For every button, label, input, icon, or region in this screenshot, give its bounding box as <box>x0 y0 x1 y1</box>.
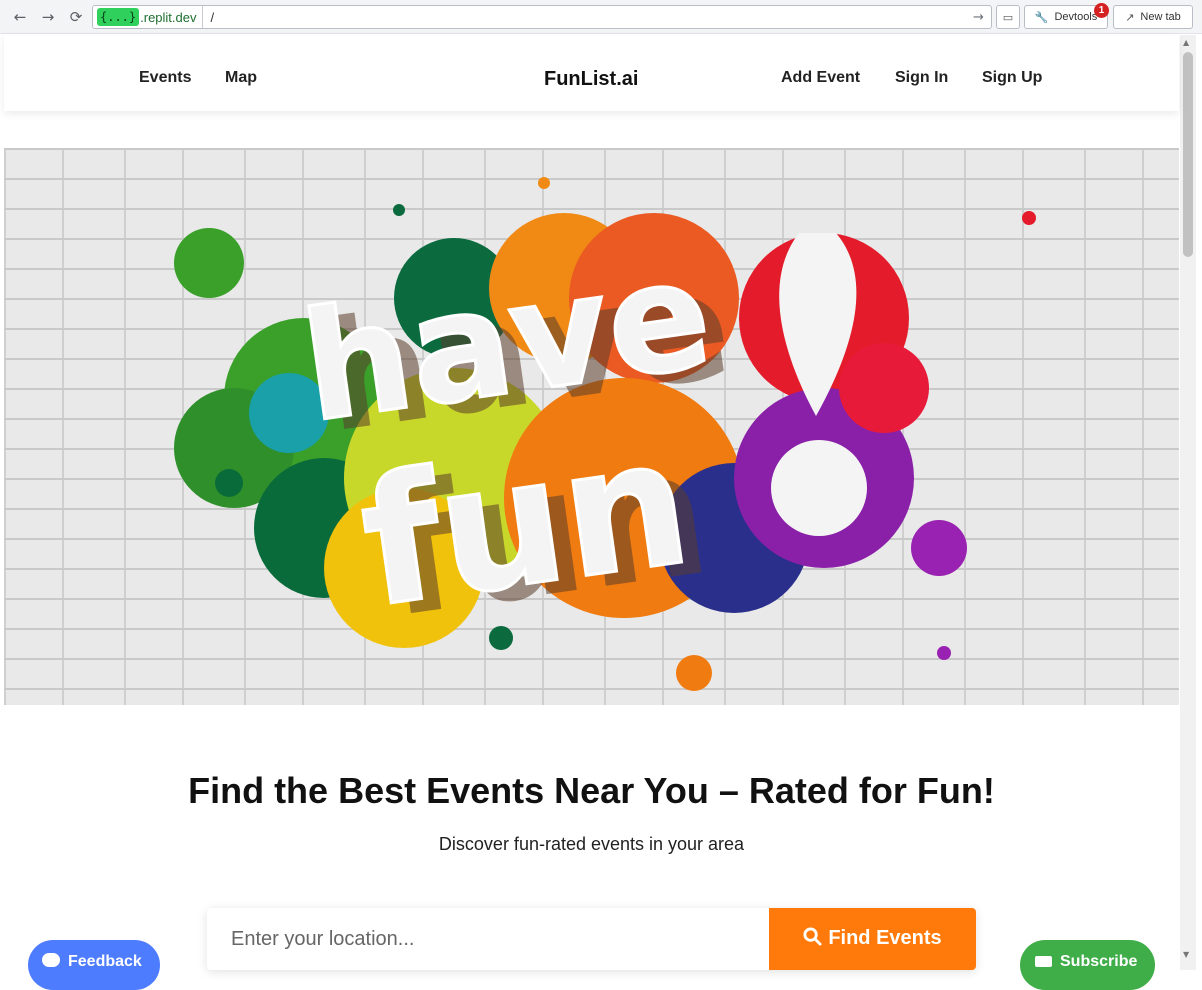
url-domain: .replit.dev <box>140 9 197 25</box>
scroll-down-arrow-icon[interactable]: ▼ <box>1183 950 1189 959</box>
feedback-label: Feedback <box>68 953 142 970</box>
reload-icon[interactable]: ⟳ <box>66 7 86 27</box>
nav-sign-up-link[interactable]: Sign Up <box>982 69 1042 87</box>
find-events-button[interactable]: Find Events <box>769 908 976 970</box>
new-tab-button[interactable]: ↗ New tab <box>1113 5 1193 29</box>
paint-splash-illustration: have have fun fun <box>174 177 1036 691</box>
nav-sign-in-link[interactable]: Sign In <box>895 69 948 87</box>
chat-bubble-icon <box>42 953 60 967</box>
location-search-form: Find Events <box>207 908 976 970</box>
site-header: Events Map FunList.ai Add Event Sign In … <box>4 35 1179 111</box>
feedback-button[interactable]: Feedback <box>28 940 160 990</box>
subscribe-label: Subscribe <box>1060 953 1138 970</box>
url-repl-chip: {...} <box>97 8 140 26</box>
page-title: Find the Best Events Near You – Rated fo… <box>188 770 995 811</box>
wrench-icon: 🔧 <box>1034 10 1049 24</box>
find-events-label: Find Events <box>828 927 942 949</box>
exclamation-dot-shape <box>771 440 867 536</box>
url-bar[interactable]: {...} .replit.dev / → <box>92 5 992 29</box>
back-arrow-icon[interactable]: ← <box>10 7 30 27</box>
nav-add-event-link[interactable]: Add Event <box>781 69 860 87</box>
monitor-icon: ▭ <box>1002 10 1014 24</box>
scroll-up-arrow-icon[interactable]: ▲ <box>1183 38 1189 47</box>
search-icon <box>803 927 822 952</box>
device-preview-button[interactable]: ▭ <box>996 5 1020 29</box>
brand-logo-link[interactable]: FunList.ai <box>544 68 638 91</box>
url-path-field[interactable]: / <box>211 10 974 25</box>
new-tab-label: New tab <box>1140 11 1181 23</box>
url-divider <box>201 6 203 28</box>
webview-toolbar: ← → ⟳ {...} .replit.dev / → ▭ 🔧 Devtools… <box>0 0 1202 34</box>
subscribe-button[interactable]: Subscribe <box>1020 940 1155 990</box>
devtools-badge: 1 <box>1094 3 1109 18</box>
page-subtitle: Discover fun-rated events in your area <box>438 834 745 854</box>
external-link-icon: ↗ <box>1125 10 1135 24</box>
go-arrow-icon[interactable]: → <box>973 10 991 25</box>
forward-arrow-icon[interactable]: → <box>38 7 58 27</box>
devtools-label: Devtools <box>1054 11 1098 23</box>
envelope-icon <box>1035 956 1052 967</box>
location-input[interactable] <box>207 908 769 970</box>
hero-banner: have have fun fun <box>4 148 1179 705</box>
scrollbar-thumb[interactable] <box>1183 52 1193 257</box>
nav-events-link[interactable]: Events <box>139 69 191 87</box>
nav-map-link[interactable]: Map <box>225 69 257 87</box>
